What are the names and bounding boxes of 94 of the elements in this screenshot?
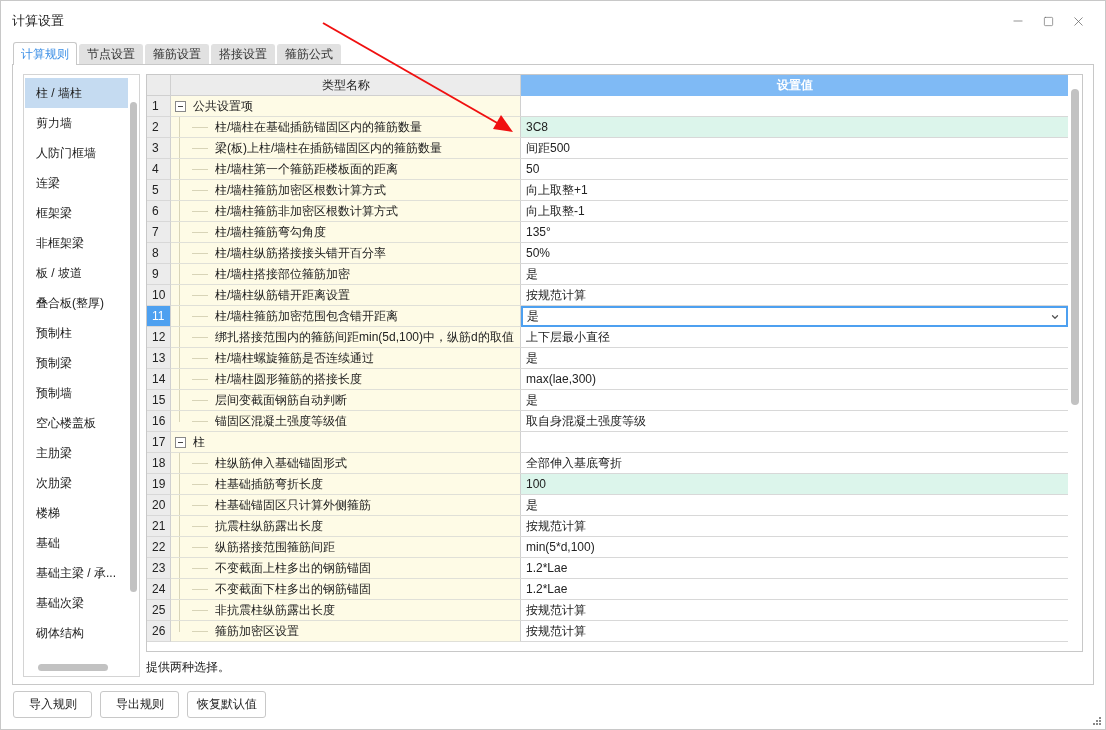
category-item[interactable]: 板 / 坡道 (25, 258, 128, 288)
category-item[interactable]: 预制柱 (25, 318, 128, 348)
setting-name-cell: 柱/墙柱纵筋错开距离设置 (171, 285, 521, 306)
column-header: 类型名称 (171, 75, 521, 96)
setting-name-cell: 绑扎搭接范围内的箍筋间距min(5d,100)中，纵筋d的取值 (171, 327, 521, 348)
setting-name-cell: 层间变截面钢筋自动判断 (171, 390, 521, 411)
row-number[interactable]: 21 (147, 516, 171, 537)
row-number: 17 (147, 432, 171, 453)
row-number[interactable]: 8 (147, 243, 171, 264)
setting-value-cell: 100 (521, 474, 1068, 495)
setting-name-cell: 梁(板)上柱/墙柱在插筋锚固区内的箍筋数量 (171, 138, 521, 159)
row-number[interactable]: 25 (147, 600, 171, 621)
row-number[interactable]: 22 (147, 537, 171, 558)
tab[interactable]: 箍筋设置 (145, 44, 209, 64)
row-number[interactable]: 14 (147, 369, 171, 390)
setting-name-cell: 纵筋搭接范围箍筋间距 (171, 537, 521, 558)
setting-name-cell: 柱纵筋伸入基础锚固形式 (171, 453, 521, 474)
action-button[interactable]: 导出规则 (100, 691, 179, 718)
tab[interactable]: 计算规则 (13, 42, 77, 65)
row-number[interactable]: 26 (147, 621, 171, 642)
category-item[interactable]: 框架梁 (25, 198, 128, 228)
row-number[interactable]: 9 (147, 264, 171, 285)
setting-name-cell: 柱/墙柱箍筋加密范围包含错开距离 (171, 306, 521, 327)
setting-name-cell: 柱/墙柱箍筋弯勾角度 (171, 222, 521, 243)
category-item[interactable]: 柱 / 墙柱 (25, 78, 128, 108)
setting-name-cell: 柱/墙柱箍筋加密区根数计算方式 (171, 180, 521, 201)
tab[interactable]: 搭接设置 (211, 44, 275, 64)
setting-name-cell: 柱基础锚固区只计算外侧箍筋 (171, 495, 521, 516)
category-item[interactable]: 非框架梁 (25, 228, 128, 258)
row-number[interactable]: 7 (147, 222, 171, 243)
window-title: 计算设置 (12, 12, 65, 30)
resize-grip-icon[interactable] (1093, 717, 1101, 725)
setting-name-cell: 柱/墙柱在基础插筋锚固区内的箍筋数量 (171, 117, 521, 138)
row-number[interactable]: 6 (147, 201, 171, 222)
category-item[interactable]: 基础 (25, 528, 128, 558)
scrollbar-thumb[interactable] (38, 664, 108, 671)
row-number[interactable]: 2 (147, 117, 171, 138)
category-item[interactable]: 基础次梁 (25, 588, 128, 618)
scrollbar-thumb[interactable] (130, 102, 137, 592)
row-number[interactable]: 3 (147, 138, 171, 159)
row-number[interactable]: 16 (147, 411, 171, 432)
setting-name-cell: 柱/墙柱圆形箍筋的搭接长度 (171, 369, 521, 390)
row-number[interactable]: 24 (147, 579, 171, 600)
category-item[interactable]: 预制墙 (25, 378, 128, 408)
group-title: 柱 (193, 433, 205, 451)
row-number[interactable]: 20 (147, 495, 171, 516)
row-number[interactable]: 10 (147, 285, 171, 306)
row-number: 1 (147, 96, 171, 117)
setting-name-cell: 箍筋加密区设置 (171, 621, 521, 642)
category-item[interactable]: 楼梯 (25, 498, 128, 528)
setting-name-cell: 柱基础插筋弯折长度 (171, 474, 521, 495)
setting-name-cell: 柱/墙柱箍筋非加密区根数计算方式 (171, 201, 521, 222)
category-item[interactable]: 叠合板(整厚) (25, 288, 128, 318)
column-header: 设置值 (521, 75, 1068, 96)
setting-name-cell: 柱/墙柱纵筋搭接接头错开百分率 (171, 243, 521, 264)
setting-name-cell: 不变截面下柱多出的钢筋锚固 (171, 579, 521, 600)
category-item[interactable]: 砌体结构 (25, 618, 128, 648)
row-number[interactable]: 15 (147, 390, 171, 411)
setting-name-cell: 锚固区混凝土强度等级值 (171, 411, 521, 432)
row-number[interactable]: 23 (147, 558, 171, 579)
category-item[interactable]: 连梁 (25, 168, 128, 198)
collapse-toggle[interactable] (175, 100, 186, 112)
setting-name-cell: 柱/墙柱螺旋箍筋是否连续通过 (171, 348, 521, 369)
setting-name-cell: 柱/墙柱第一个箍筋距楼板面的距离 (171, 159, 521, 180)
setting-name-cell: 柱/墙柱搭接部位箍筋加密 (171, 264, 521, 285)
group-title: 公共设置项 (193, 97, 253, 115)
description-text: 提供两种选择。 (146, 659, 231, 676)
category-item[interactable]: 基础主梁 / 承... (25, 558, 128, 588)
row-number[interactable]: 5 (147, 180, 171, 201)
maximize-icon (1042, 15, 1054, 27)
setting-name-cell: 不变截面上柱多出的钢筋锚固 (171, 558, 521, 579)
category-item[interactable]: 人防门框墙 (25, 138, 128, 168)
tab[interactable]: 节点设置 (79, 44, 143, 64)
collapse-toggle[interactable] (175, 436, 186, 448)
row-number[interactable]: 18 (147, 453, 171, 474)
category-item[interactable]: 剪力墙 (25, 108, 128, 138)
row-number[interactable]: 19 (147, 474, 171, 495)
value-dropdown[interactable]: 是 (521, 306, 1068, 327)
scrollbar-thumb[interactable] (1071, 89, 1079, 405)
category-item[interactable]: 次肋梁 (25, 468, 128, 498)
category-item[interactable]: 主肋梁 (25, 438, 128, 468)
tab[interactable]: 箍筋公式 (277, 44, 341, 64)
setting-name-cell: 非抗震柱纵筋露出长度 (171, 600, 521, 621)
setting-value-cell: 全部伸入基底弯折 (521, 453, 1068, 474)
row-number[interactable]: 12 (147, 327, 171, 348)
action-button[interactable]: 恢复默认值 (187, 691, 266, 718)
action-button[interactable]: 导入规则 (13, 691, 92, 718)
row-number[interactable]: 13 (147, 348, 171, 369)
setting-name-cell: 抗震柱纵筋露出长度 (171, 516, 521, 537)
setting-value-cell: 取自身混凝土强度等级 (521, 411, 1068, 432)
category-item[interactable]: 预制梁 (25, 348, 128, 378)
row-number[interactable]: 4 (147, 159, 171, 180)
setting-value-cell: 3C8 (521, 117, 1068, 138)
category-item[interactable]: 空心楼盖板 (25, 408, 128, 438)
